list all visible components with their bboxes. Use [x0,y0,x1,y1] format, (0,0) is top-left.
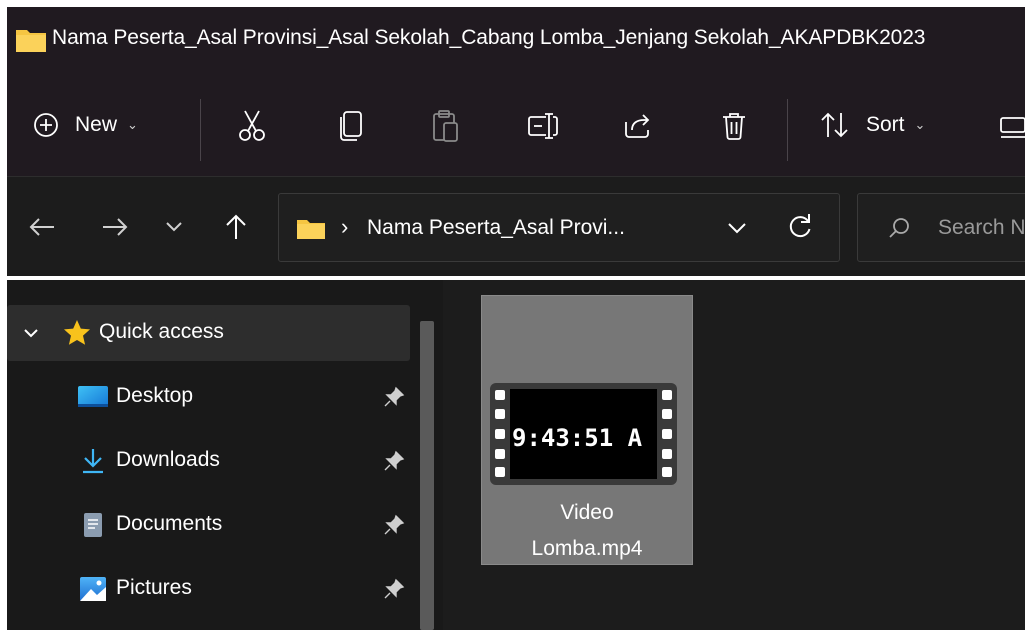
sort-label: Sort [866,113,905,136]
file-name-line: Lomba.mp4 [531,537,643,560]
search-icon [889,218,909,238]
sidebar-item-quick-access[interactable]: Quick access [7,305,410,361]
file-name: Video Lomba.mp4 [482,495,692,567]
cut-icon [239,110,265,141]
share-button[interactable] [621,109,653,143]
chevron-down-icon: ⌄ [914,117,926,132]
sort-button[interactable]: Sort ⌄ [819,102,925,148]
cut-button[interactable] [235,109,269,143]
sidebar-item-label: Downloads [116,448,220,471]
sidebar-item-label: Pictures [116,576,192,599]
delete-button[interactable] [719,109,749,143]
rename-icon [528,113,558,139]
back-button[interactable] [27,212,57,242]
search-placeholder: Search N [938,216,1025,239]
arrow-up-icon [226,214,246,239]
rename-button[interactable] [525,109,561,143]
folder-icon [16,30,46,52]
sidebar-scrollbar[interactable] [420,321,434,630]
command-bar: New ⌄ Sort ⌄ [7,73,1025,176]
pin-icon[interactable] [383,386,405,408]
breadcrumb-separator: › [341,214,349,239]
file-name-line: Video [560,501,614,524]
paste-icon [433,110,458,142]
sidebar-item-documents[interactable]: Documents [7,497,417,553]
video-thumbnail-text: 9:43:51 A [512,424,643,452]
file-list: 9:43:51 A Video Lomba.mp4 [447,280,1025,630]
navigation-pane: Quick access Desktop Downloads Documents… [7,280,443,630]
up-button[interactable] [221,212,251,242]
sidebar-item-label: Quick access [99,320,224,343]
sidebar-item-label: Documents [116,512,223,535]
document-icon [84,513,102,537]
navigation-bar: › Nama Peserta_Asal Provi... Search N [7,176,1025,277]
download-icon [83,449,103,474]
sidebar-item-pictures[interactable]: Pictures [7,561,417,617]
address-bar[interactable]: › Nama Peserta_Asal Provi... [278,193,840,262]
title-bar: Nama Peserta_Asal Provinsi_Asal Sekolah_… [7,7,1025,73]
window-title: Nama Peserta_Asal Provinsi_Asal Sekolah_… [52,26,926,49]
desktop-icon [78,386,108,407]
arrow-right-icon [103,218,128,236]
arrow-left-icon [29,218,54,236]
sidebar-item-desktop[interactable]: Desktop [7,369,417,425]
pin-icon[interactable] [383,578,405,600]
chevron-down-icon: ⌄ [127,117,138,132]
chevron-down-icon[interactable] [23,325,39,341]
view-button[interactable] [997,113,1025,141]
search-input[interactable]: Search N [857,193,1025,262]
paste-button[interactable] [431,109,461,143]
file-item[interactable]: 9:43:51 A Video Lomba.mp4 [481,295,693,565]
sidebar-item-label: Desktop [116,384,194,407]
copy-button[interactable] [336,109,366,143]
new-label: New [75,113,118,136]
folder-icon [297,220,325,239]
chevron-down-icon [166,222,182,232]
new-button[interactable]: New ⌄ [33,102,138,148]
star-icon [64,320,90,345]
forward-button[interactable] [100,212,130,242]
refresh-icon[interactable] [787,212,813,242]
pin-icon[interactable] [383,450,405,472]
chevron-down-icon[interactable] [725,216,749,240]
file-explorer-window: Nama Peserta_Asal Provinsi_Asal Sekolah_… [7,7,1025,630]
toolbar-divider [787,99,788,161]
recent-locations-button[interactable] [159,212,189,242]
breadcrumb[interactable]: Nama Peserta_Asal Provi... [367,216,625,240]
copy-icon [340,111,362,141]
delete-icon [723,113,745,140]
toolbar-divider [200,99,201,161]
view-icon [1000,117,1025,138]
pictures-icon [80,577,106,601]
share-icon [625,114,650,138]
plus-circle-icon [34,113,58,137]
sort-icon [821,112,848,138]
pin-icon[interactable] [383,514,405,536]
sidebar-item-downloads[interactable]: Downloads [7,433,417,489]
